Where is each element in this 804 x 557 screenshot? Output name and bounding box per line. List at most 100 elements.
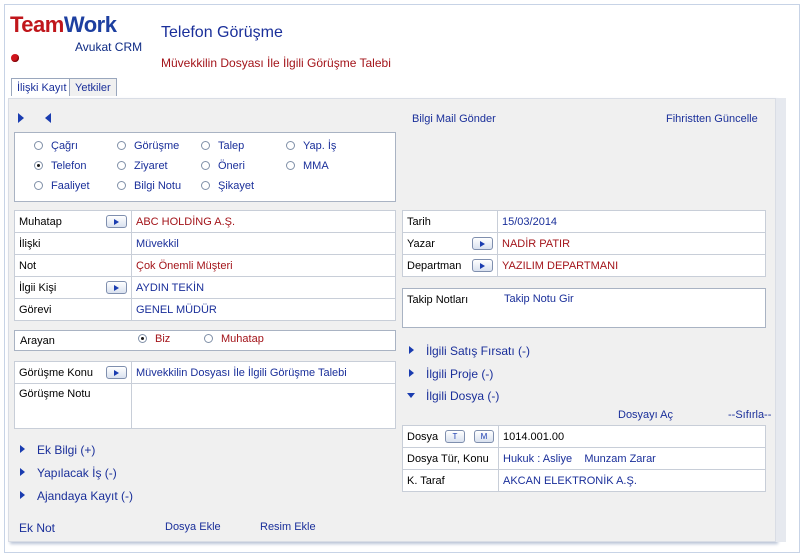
table-row: Tarih 15/03/2014: [402, 210, 766, 233]
collapse-dosya-icon[interactable]: [407, 393, 415, 398]
takip-notu-gir-link[interactable]: Takip Notu Gir: [504, 293, 574, 305]
play-icon: [114, 369, 119, 376]
radio-arayan-biz[interactable]: [138, 334, 147, 343]
table-row: Muhatap ABC HOLDİNG A.Ş.: [14, 210, 396, 233]
table-row: İlgii Kişi AYDIN TEKİN: [14, 276, 396, 299]
muhatap-label-cell: Muhatap: [14, 210, 132, 233]
next-arrow-icon[interactable]: [18, 113, 24, 123]
tab-iliski-kayit[interactable]: İlişki Kayıt: [11, 78, 73, 96]
label-oneri: Öneri: [218, 160, 245, 172]
radio-cagri[interactable]: [34, 141, 43, 150]
play-icon: [114, 284, 119, 291]
expand-ajanda-icon[interactable]: [20, 491, 25, 499]
label-bilgi-notu: Bilgi Notu: [134, 180, 182, 192]
table-row: Görüşme Konu Müvekkilin Dosyası İle İlgi…: [14, 361, 396, 384]
iliski-label: İlişki: [14, 232, 132, 255]
page-subtitle: Müvekkilin Dosyası İle İlgili Görüşme Ta…: [161, 56, 391, 70]
radio-arayan-muhatap[interactable]: [204, 334, 213, 343]
dosya-value[interactable]: 1014.001.00: [498, 425, 766, 448]
muhatap-value[interactable]: ABC HOLDİNG A.Ş.: [131, 210, 396, 233]
gorusme-konu-label-cell: Görüşme Konu: [14, 361, 132, 384]
ilgili-kisi-value[interactable]: AYDIN TEKİN: [131, 276, 396, 299]
arayan-label: Arayan: [20, 335, 55, 347]
label-cagri: Çağrı: [51, 140, 78, 152]
ilgili-dosya-section[interactable]: İlgili Dosya (-): [426, 389, 499, 403]
sifirla-link[interactable]: --Sıfırla--: [728, 409, 771, 421]
yapilacak-is-section[interactable]: Yapılacak İş (-): [37, 466, 117, 480]
yazar-label-cell: Yazar: [402, 232, 498, 255]
resim-ekle-link[interactable]: Resim Ekle: [260, 521, 316, 533]
table-row: Dosya T M 1014.001.00: [402, 425, 766, 448]
not-label: Not: [14, 254, 132, 277]
status-dot-icon: [11, 54, 19, 62]
ilgili-proje-section[interactable]: İlgili Proje (-): [426, 367, 493, 381]
contact-grid: Muhatap ABC HOLDİNG A.Ş. İlişki Müvekkil…: [14, 210, 396, 321]
author-grid: Tarih 15/03/2014 Yazar NADİR PATIR Depar…: [402, 210, 766, 277]
radio-faaliyet[interactable]: [34, 181, 43, 190]
radio-ziyaret[interactable]: [117, 161, 126, 170]
expand-satis-icon[interactable]: [409, 346, 414, 354]
dosya-ekle-link[interactable]: Dosya Ekle: [165, 521, 221, 533]
app-subtitle: Avukat CRM: [75, 40, 143, 54]
scrollbar[interactable]: [776, 98, 786, 542]
label-yap-is: Yap. İş: [303, 140, 337, 152]
ilgili-kisi-label-cell: İlgii Kişi: [14, 276, 132, 299]
label-talep: Talep: [218, 140, 245, 152]
tab-yetkiler[interactable]: Yetkiler: [69, 78, 117, 96]
dosya-tur-value: Hukuk : Asliye Munzam Zarar: [498, 447, 766, 470]
fihristten-guncelle-link[interactable]: Fihristten Güncelle: [666, 113, 758, 125]
tarih-value[interactable]: 15/03/2014: [497, 210, 766, 233]
dosya-m-button[interactable]: M: [474, 430, 494, 443]
table-row: Not Çok Önemli Müşteri: [14, 254, 396, 277]
radio-oneri[interactable]: [201, 161, 210, 170]
radio-telefon[interactable]: [34, 161, 43, 170]
tarih-label: Tarih: [402, 210, 498, 233]
table-row: K. Taraf AKCAN ELEKTRONİK A.Ş.: [402, 469, 766, 492]
yazar-value[interactable]: NADİR PATIR: [497, 232, 766, 255]
gorevi-value: GENEL MÜDÜR: [131, 298, 396, 321]
prev-arrow-icon[interactable]: [45, 113, 51, 123]
dosya-grid: Dosya T M 1014.001.00 Dosya Tür, Konu Hu…: [402, 425, 766, 492]
gorevi-label: Görevi: [14, 298, 132, 321]
play-icon: [480, 262, 485, 269]
label-gorusme: Görüşme: [134, 140, 180, 152]
label-arayan-biz: Biz: [155, 333, 171, 345]
ilgili-kisi-select-button[interactable]: [106, 281, 127, 294]
label-ziyaret: Ziyaret: [134, 160, 168, 172]
expand-yapilacak-icon[interactable]: [20, 468, 25, 476]
label-mma: MMA: [303, 160, 329, 172]
karsi-taraf-label: K. Taraf: [402, 469, 499, 492]
gorusme-notu-field[interactable]: [131, 383, 396, 429]
expand-ek-bilgi-icon[interactable]: [20, 445, 25, 453]
bilgi-mail-gonder-link[interactable]: Bilgi Mail Gönder: [412, 113, 496, 125]
table-row: Dosya Tür, Konu Hukuk : Asliye Munzam Za…: [402, 447, 766, 470]
dosyayi-ac-link[interactable]: Dosyayı Aç: [618, 409, 673, 421]
table-row: İlişki Müvekkil: [14, 232, 396, 255]
gorusme-konu-select-button[interactable]: [106, 366, 127, 379]
ek-bilgi-section[interactable]: Ek Bilgi (+): [37, 443, 95, 457]
expand-proje-icon[interactable]: [409, 369, 414, 377]
radio-bilgi-notu[interactable]: [117, 181, 126, 190]
radio-talep[interactable]: [201, 141, 210, 150]
teamwork-logo: TeamWork: [10, 12, 117, 37]
gorusme-konu-value[interactable]: Müvekkilin Dosyası İle İlgili Görüşme Ta…: [131, 361, 396, 384]
radio-yap-is[interactable]: [286, 141, 295, 150]
table-row: Görevi GENEL MÜDÜR: [14, 298, 396, 321]
radio-gorusme[interactable]: [117, 141, 126, 150]
muhatap-select-button[interactable]: [106, 215, 127, 228]
page-title: Telefon Görüşme: [161, 24, 283, 41]
radio-mma[interactable]: [286, 161, 295, 170]
table-row: Yazar NADİR PATIR: [402, 232, 766, 255]
ek-not-link[interactable]: Ek Not: [19, 521, 55, 535]
ilgili-satis-firsati-section[interactable]: İlgili Satış Fırsatı (-): [426, 344, 530, 358]
dosya-t-button[interactable]: T: [445, 430, 465, 443]
ajandaya-kayit-section[interactable]: Ajandaya Kayıt (-): [37, 489, 133, 503]
dosya-label-cell: Dosya T M: [402, 425, 499, 448]
departman-label-cell: Departman: [402, 254, 498, 277]
yazar-select-button[interactable]: [472, 237, 493, 250]
departman-select-button[interactable]: [472, 259, 493, 272]
radio-sikayet[interactable]: [201, 181, 210, 190]
departman-value[interactable]: YAZILIM DEPARTMANI: [497, 254, 766, 277]
karsi-taraf-value: AKCAN ELEKTRONİK A.Ş.: [498, 469, 766, 492]
gorusme-notu-label: Görüşme Notu: [14, 383, 132, 429]
